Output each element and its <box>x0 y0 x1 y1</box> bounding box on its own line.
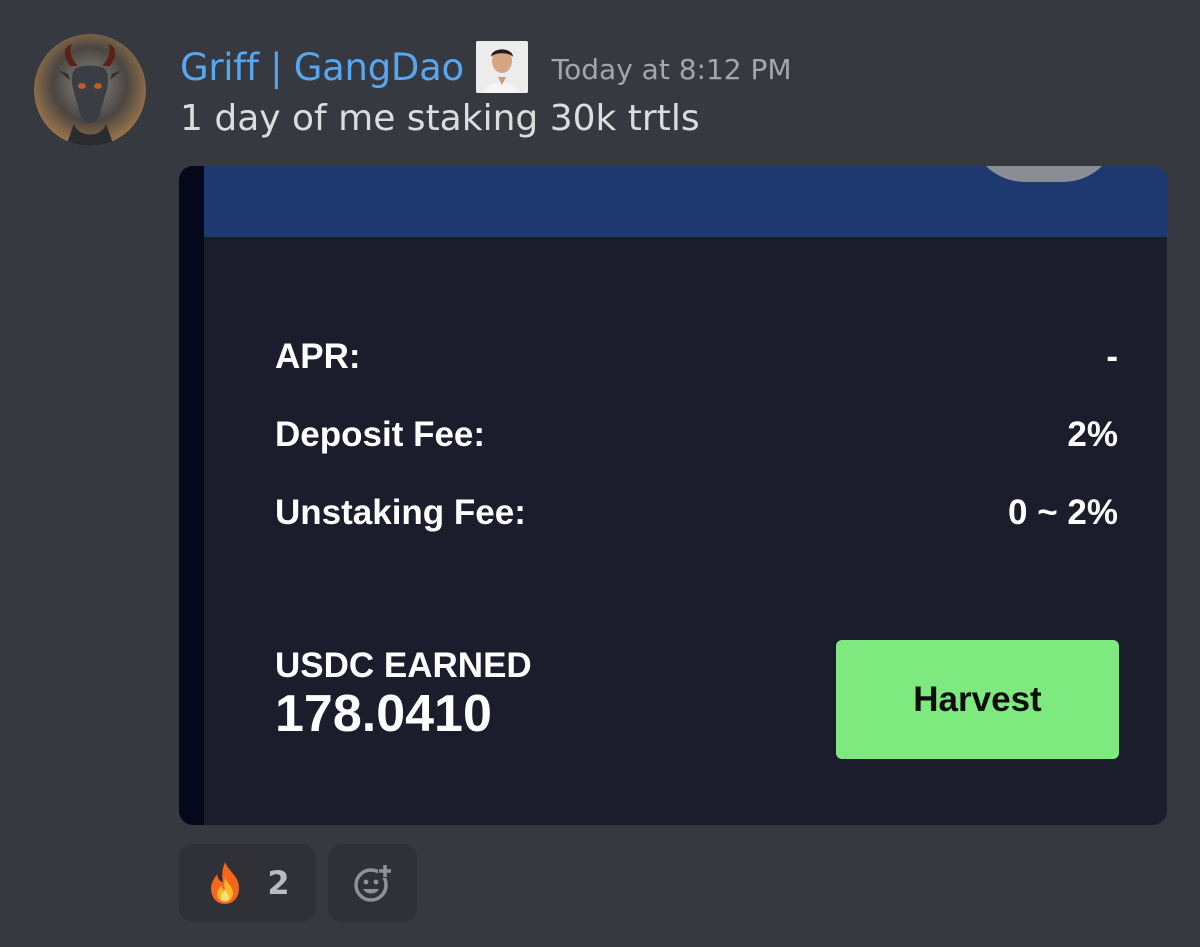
add-reaction-icon <box>352 862 394 904</box>
apr-value: - <box>1106 337 1118 376</box>
reactions-bar: 2 <box>179 844 417 922</box>
username[interactable]: Griff | GangDao <box>180 46 464 89</box>
profile-photo-icon <box>475 41 528 93</box>
deposit-fee-label: Deposit Fee: <box>275 415 486 454</box>
apr-label: APR: <box>275 337 361 376</box>
fire-icon <box>205 860 245 906</box>
unstaking-fee-value: 0 ~ 2% <box>1008 493 1118 532</box>
message-timestamp: Today at 8:12 PM <box>551 52 792 86</box>
deposit-fee-value: 2% <box>1067 415 1118 454</box>
image-attachment[interactable]: APR: - Deposit Fee: 2% Unstaking Fee: 0 … <box>179 166 1167 825</box>
user-avatar[interactable] <box>34 34 146 146</box>
add-reaction-button[interactable] <box>328 844 417 922</box>
role-icon[interactable] <box>475 41 528 93</box>
message-header: Griff | GangDao Today at 8:12 PM <box>180 40 792 94</box>
earned-label: USDC EARNED <box>275 646 532 685</box>
message-text: 1 day of me staking 30k trtls <box>180 98 700 139</box>
goat-avatar-image <box>34 34 146 146</box>
reaction-fire[interactable]: 2 <box>179 844 316 922</box>
unstaking-fee-row: Unstaking Fee: 0 ~ 2% <box>275 493 1118 533</box>
card-left-strip <box>179 166 204 825</box>
earned-value: 178.0410 <box>275 685 492 743</box>
unstaking-fee-label: Unstaking Fee: <box>275 493 526 532</box>
apr-row: APR: - <box>275 337 1118 377</box>
reaction-count: 2 <box>267 864 290 902</box>
chat-message: Griff | GangDao Today at 8:12 PM 1 day o… <box>0 0 1200 947</box>
deposit-fee-row: Deposit Fee: 2% <box>275 415 1118 455</box>
harvest-button[interactable]: Harvest <box>836 640 1119 759</box>
